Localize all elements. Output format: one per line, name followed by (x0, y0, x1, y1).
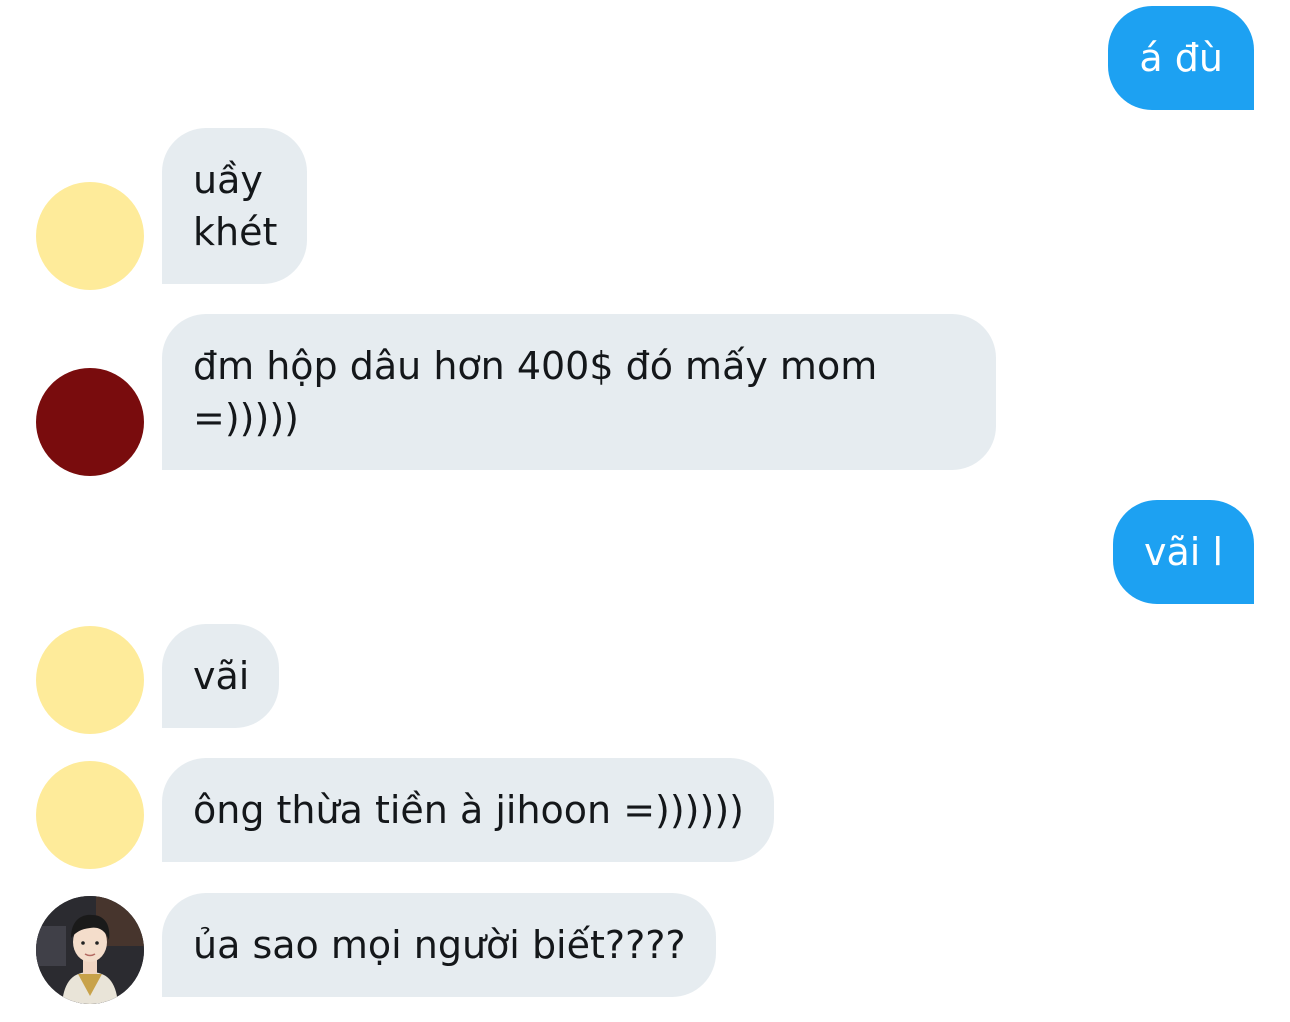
message-text: đm hộp dâu hơn 400$ đó mấy mom (193, 344, 878, 388)
outgoing-message[interactable]: vãi l (1113, 500, 1254, 604)
incoming-message[interactable]: ông thừa tiền à jihoon =)))))) (162, 758, 774, 862)
profile-photo-avatar[interactable] (36, 896, 144, 1004)
message-text: uầy (193, 158, 263, 202)
incoming-message[interactable]: ủa sao mọi người biết???? (162, 893, 716, 997)
message-text: á đù (1139, 36, 1223, 80)
outgoing-message[interactable]: á đù (1108, 6, 1254, 110)
incoming-message[interactable]: uầy khét (162, 128, 308, 284)
dark-red-avatar[interactable] (36, 368, 144, 476)
message-text: ông thừa tiền à jihoon =)))))) (193, 788, 744, 832)
message-text: vãi l (1144, 530, 1223, 574)
yellow-avatar[interactable] (36, 182, 144, 290)
yellow-avatar[interactable] (36, 761, 144, 869)
profile-photo-icon (36, 896, 144, 1004)
message-text: khét (193, 210, 278, 254)
message-text: ủa sao mọi người biết???? (193, 923, 686, 967)
incoming-message[interactable]: đm hộp dâu hơn 400$ đó mấy mom =))))) (162, 314, 996, 470)
incoming-message[interactable]: vãi (162, 624, 280, 728)
yellow-avatar[interactable] (36, 626, 144, 734)
message-text: =))))) (193, 396, 299, 440)
message-text: vãi (193, 654, 250, 698)
